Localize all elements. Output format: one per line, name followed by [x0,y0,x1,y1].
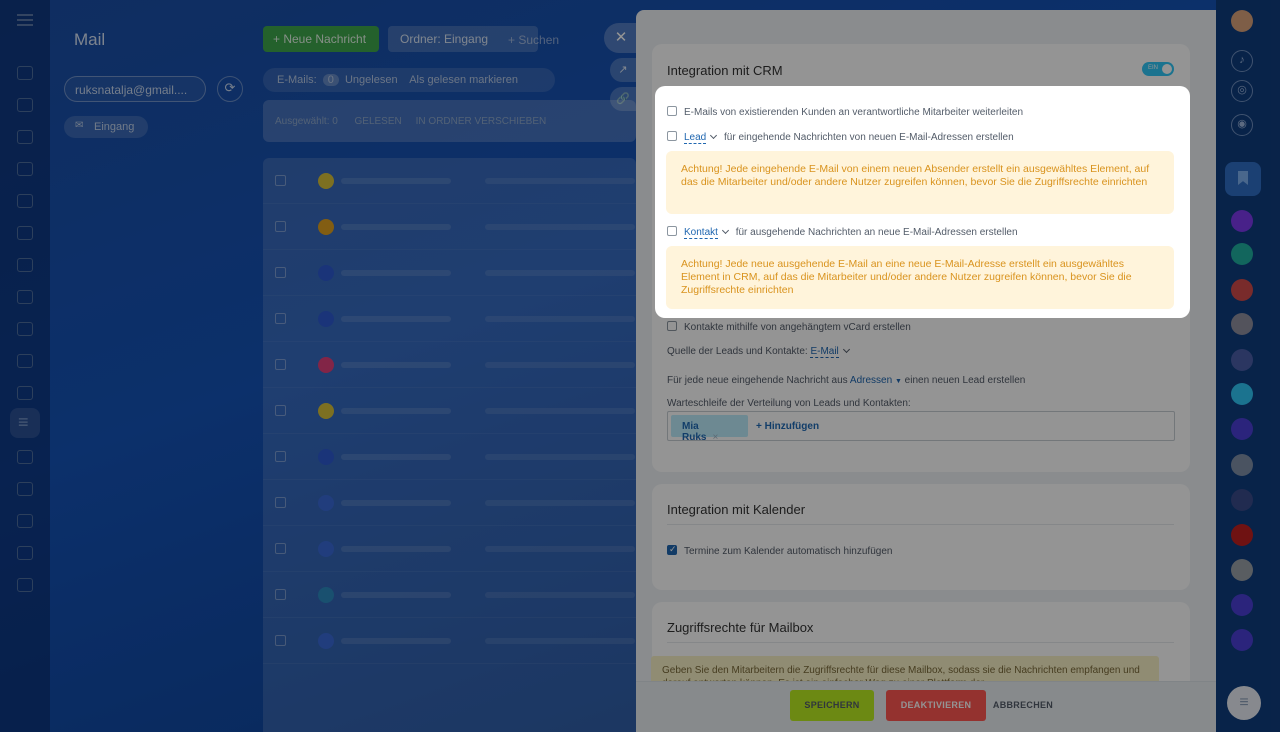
contact-option[interactable]: Kontakt für ausgehende Nachrichten an ne… [667,226,1018,239]
chevron-down-icon[interactable] [710,131,718,140]
lead-option-label: für eingehende Nachrichten von neuen E-M… [724,132,1014,143]
lead-option[interactable]: Lead für eingehende Nachrichten von neue… [667,131,1014,144]
lead-select[interactable]: Lead [684,132,707,144]
forward-existing-label: E-Mails von existierenden Kunden an vera… [684,107,1024,118]
outgoing-warning: Achtung! Jede neue ausgehende E-Mail an … [666,246,1174,309]
contact-select[interactable]: Kontakt [684,227,718,239]
chevron-down-icon[interactable] [721,226,729,235]
crm-options-highlight: E-Mails von existierenden Kunden an vera… [655,86,1190,318]
forward-existing-option[interactable]: E-Mails von existierenden Kunden an vera… [667,106,1023,118]
contact-option-label: für ausgehende Nachrichten an neue E-Mai… [735,227,1018,238]
incoming-warning: Achtung! Jede eingehende E-Mail von eine… [666,151,1174,214]
